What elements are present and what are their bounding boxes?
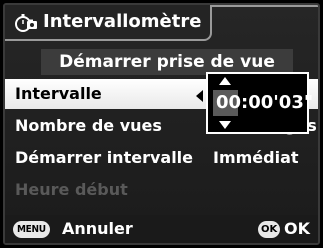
menu-footer: MENU Annuler OK OK [5, 215, 318, 243]
interval-value: 00:00'03" [216, 92, 314, 113]
down-arrow-icon[interactable] [219, 121, 231, 129]
menu-row-label: Intervalle [15, 84, 102, 103]
interval-timer-icon [13, 11, 39, 35]
menu-row-label: Démarrer intervalle [15, 148, 194, 167]
left-arrow-icon [196, 90, 203, 102]
ok-label: OK [284, 219, 310, 238]
ok-button-icon[interactable]: OK [258, 221, 281, 238]
page-title: Intervallomètre [43, 11, 202, 32]
menu-row-label: Nombre de vues [15, 116, 162, 135]
camera-menu-screen: Intervallomètre Démarrer prise de vue In… [0, 0, 323, 248]
menu-header: Intervallomètre [5, 5, 212, 41]
menu-frame: Intervallomètre Démarrer prise de vue In… [3, 3, 320, 245]
cancel-label: Annuler [62, 219, 133, 238]
interval-value-editor[interactable]: 00:00'03" [206, 72, 313, 134]
header-divider [210, 5, 318, 7]
menu-button-icon[interactable]: MENU [13, 221, 50, 238]
menu-row-demarrer-intervalle[interactable]: Démarrer intervalle Immédiat [5, 143, 318, 173]
menu-row-value: Immédiat [213, 148, 299, 167]
menu-row-heure-debut: Heure début [5, 175, 318, 205]
up-arrow-icon[interactable] [219, 77, 231, 85]
menu-row-label: Heure début [15, 180, 128, 199]
